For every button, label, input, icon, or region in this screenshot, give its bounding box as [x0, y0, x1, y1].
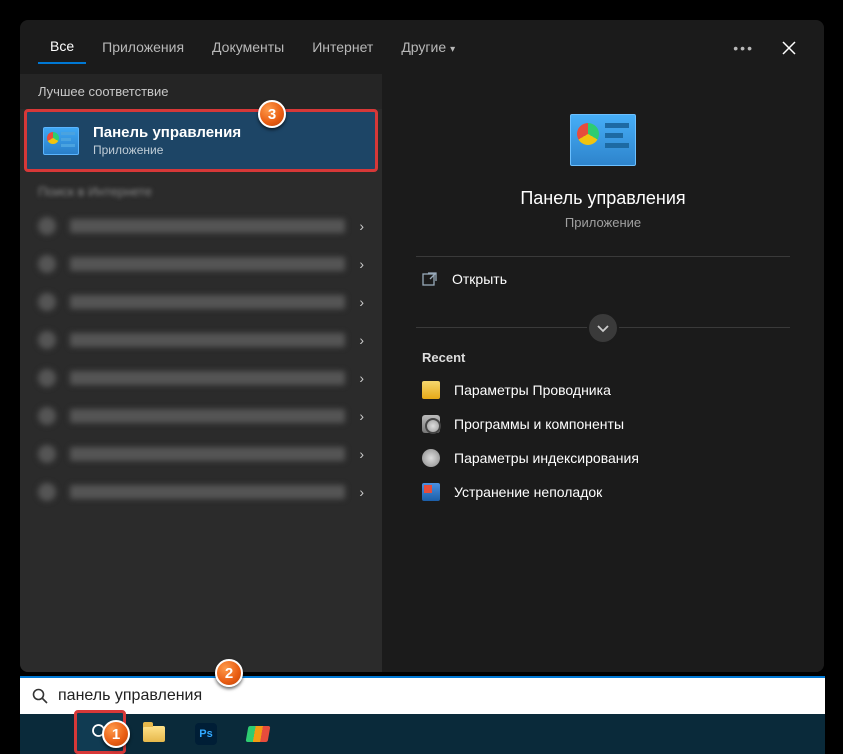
photoshop-icon: Ps [195, 723, 217, 745]
web-suggestions: › › › › › › › › [20, 203, 382, 515]
search-input[interactable] [58, 687, 813, 705]
control-panel-icon-large [570, 114, 636, 166]
best-match-result[interactable]: Панель управления Приложение [24, 109, 378, 172]
chevron-right-icon: › [359, 218, 364, 234]
web-suggestion[interactable]: › [20, 397, 382, 435]
annotation-badge-2: 2 [215, 659, 243, 687]
best-match-header: Лучшее соответствие [20, 74, 382, 109]
recent-item[interactable]: Параметры индексирования [382, 441, 824, 475]
chevron-right-icon: › [359, 332, 364, 348]
open-action[interactable]: Открыть [382, 257, 824, 301]
tab-documents[interactable]: Документы [200, 33, 296, 63]
books-icon [246, 726, 271, 742]
taskbar-explorer[interactable] [128, 714, 180, 754]
search-box[interactable] [20, 676, 825, 714]
tab-more[interactable]: Другие▾ [389, 33, 467, 63]
preview-subtitle: Приложение [382, 215, 824, 230]
control-panel-icon [43, 127, 79, 155]
folder-options-icon [422, 381, 440, 399]
chevron-right-icon: › [359, 294, 364, 310]
close-button[interactable] [772, 35, 806, 61]
best-match-title: Панель управления [93, 124, 241, 141]
results-pane: Лучшее соответствие Панель управления Пр… [20, 74, 382, 672]
web-suggestion[interactable]: › [20, 207, 382, 245]
best-match-subtitle: Приложение [93, 143, 241, 157]
open-label: Открыть [452, 271, 507, 287]
recent-item[interactable]: Параметры Проводника [382, 373, 824, 407]
web-suggestion[interactable]: › [20, 359, 382, 397]
more-options-button[interactable]: ••• [719, 34, 768, 62]
web-search-header: Поиск в Интернете [20, 172, 382, 203]
web-suggestion[interactable]: › [20, 435, 382, 473]
preview-title: Панель управления [382, 188, 824, 209]
web-suggestion[interactable]: › [20, 473, 382, 511]
chevron-down-icon: ▾ [450, 44, 455, 55]
chevron-right-icon: › [359, 256, 364, 272]
expand-button[interactable] [587, 312, 619, 344]
programs-features-icon [422, 415, 440, 433]
filter-tabs: Все Приложения Документы Интернет Другие… [20, 20, 824, 74]
taskbar: Ps [20, 714, 825, 754]
taskbar-photoshop[interactable]: Ps [180, 714, 232, 754]
tab-web[interactable]: Интернет [300, 33, 385, 63]
indexing-options-icon [422, 449, 440, 467]
troubleshoot-icon [422, 483, 440, 501]
recent-item[interactable]: Программы и компоненты [382, 407, 824, 441]
taskbar-app[interactable] [232, 714, 284, 754]
chevron-right-icon: › [359, 408, 364, 424]
web-suggestion[interactable]: › [20, 283, 382, 321]
web-suggestion[interactable]: › [20, 321, 382, 359]
preview-pane: Панель управления Приложение Открыть Rec… [382, 74, 824, 672]
chevron-right-icon: › [359, 484, 364, 500]
recent-item[interactable]: Устранение неполадок [382, 475, 824, 509]
search-panel: Все Приложения Документы Интернет Другие… [20, 20, 824, 672]
annotation-badge-3: 3 [258, 100, 286, 128]
search-icon [32, 688, 48, 704]
annotation-badge-1: 1 [102, 720, 130, 748]
chevron-right-icon: › [359, 370, 364, 386]
chevron-right-icon: › [359, 446, 364, 462]
web-suggestion[interactable]: › [20, 245, 382, 283]
open-icon [422, 271, 438, 287]
file-explorer-icon [143, 726, 165, 742]
tab-all[interactable]: Все [38, 32, 86, 64]
tab-apps[interactable]: Приложения [90, 33, 196, 63]
